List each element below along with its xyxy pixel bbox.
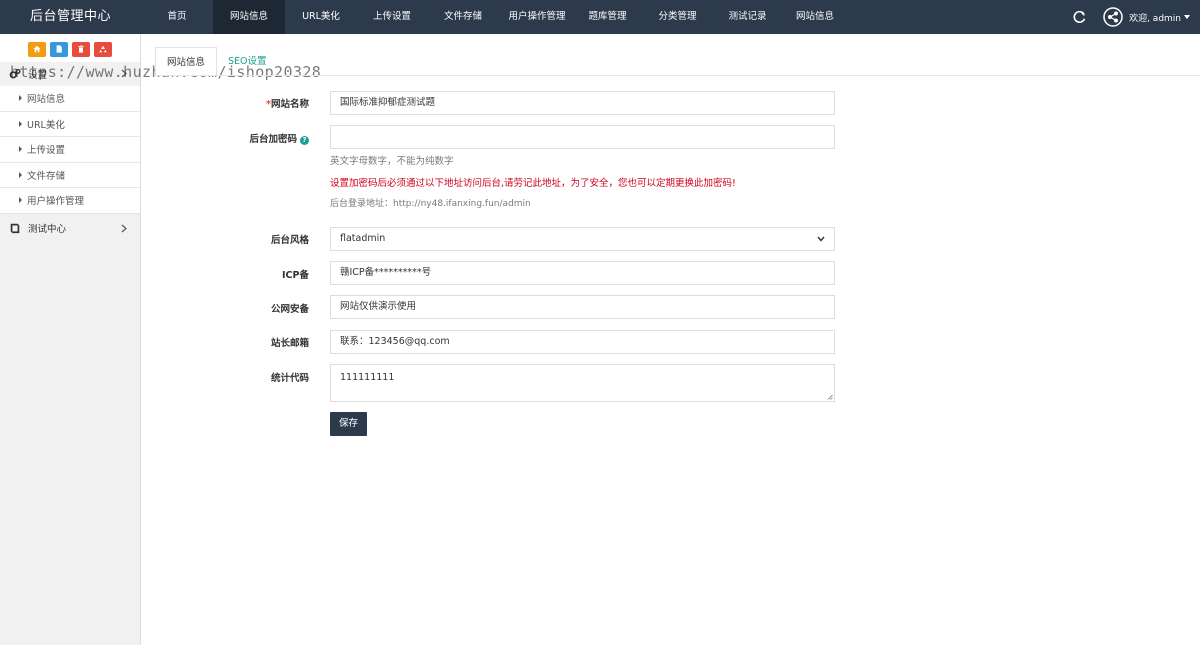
tab-divider (155, 75, 1200, 76)
recycle-icon (99, 45, 107, 53)
chevron-down-icon (1184, 15, 1190, 19)
trash-icon (78, 45, 84, 53)
admin-login-url: 后台登录地址：http://ny48.ifanxing.fun/admin (330, 199, 531, 209)
nav-user-ops[interactable]: 用户操作管理 (499, 0, 575, 34)
caret-right-icon (19, 171, 22, 178)
admin-style-selected: flatadmin (340, 233, 386, 244)
sidebar-submenu: 网站信息 URL美化上传设置文件存储用户操作管理 (0, 86, 140, 214)
nav-site-info[interactable]: 网站信息 (213, 0, 285, 34)
stats-code-textarea[interactable]: 111111111 (330, 364, 835, 402)
icp-input[interactable]: 赣ICP备**********号 (330, 261, 835, 285)
nav-home[interactable]: 首页 (141, 0, 213, 34)
admin-style-label: 后台风格 (270, 235, 309, 246)
police-record-label: 公网安备 (270, 304, 309, 315)
file-shortcut-button[interactable] (50, 41, 68, 57)
home-icon (33, 45, 41, 53)
nav-url-beautify[interactable]: URL美化 (285, 0, 357, 34)
sidebar-item-label: 用户操作管理 (27, 196, 85, 208)
sidebar-item[interactable]: 文件存储 (0, 162, 140, 188)
refresh-icon[interactable] (1072, 10, 1086, 24)
sidebar: 设置 网站信息 URL美化上传设置文件存储用户操作管理 测试中心 (0, 34, 141, 645)
sidebar-item-label: 文件存储 (27, 170, 66, 182)
gears-icon (9, 68, 21, 79)
stats-code-value: 111111111 (340, 372, 395, 383)
admin-email-input[interactable]: 联系：123456@qq.com (330, 330, 835, 354)
sidebar-item[interactable]: 上传设置 (0, 137, 140, 163)
police-record-input[interactable]: 网站仅供演示使用 (330, 295, 835, 319)
site-name-input[interactable]: 国际标准抑郁症测试题 (330, 91, 835, 115)
sidebar-item-label: 网站信息 (27, 94, 66, 106)
book-icon (10, 223, 20, 233)
sidebar-item-label: URL美化 (27, 119, 65, 131)
icp-label: ICP备 (282, 270, 309, 281)
nav-category[interactable]: 分类管理 (640, 0, 715, 34)
sidebar-section-label: 测试中心 (28, 223, 67, 235)
sidebar-section-test-center[interactable]: 测试中心 (0, 213, 140, 242)
content-tabs: 网站信息 SEO设置 (155, 47, 278, 76)
caret-right-icon (19, 146, 22, 153)
admin-style-select[interactable]: flatadmin (330, 227, 835, 251)
admin-key-label: 后台加密码? (249, 131, 309, 145)
chevron-right-icon (121, 224, 127, 232)
top-navbar: 后台管理中心 首页 网站信息 URL美化 上传设置 文件存储 用户操作管理 题库管理 分类管理… (0, 0, 1200, 34)
nav-upload-settings[interactable]: 上传设置 (357, 0, 427, 34)
quick-actions (0, 34, 140, 62)
sidebar-item[interactable]: 用户操作管理 (0, 188, 140, 214)
sidebar-item[interactable]: 网站信息 (0, 86, 140, 112)
sidebar-item[interactable]: URL美化 (0, 111, 140, 137)
nav-file-storage[interactable]: 文件存储 (427, 0, 499, 34)
save-button[interactable]: 保存 (330, 412, 367, 436)
nav-test-records[interactable]: 测试记录 (715, 0, 780, 34)
sidebar-section-settings[interactable]: 设置 (0, 62, 140, 86)
user-greeting: 欢迎, admin (1129, 13, 1181, 24)
chevron-down-icon (817, 236, 825, 242)
caret-right-icon (19, 120, 22, 127)
admin-key-format-hint: 英文字母数字，不能为纯数字 (330, 156, 454, 167)
user-menu[interactable]: 欢迎, admin (1103, 7, 1190, 27)
recycle-shortcut-button[interactable] (94, 41, 112, 57)
main-nav: 首页 网站信息 URL美化 上传设置 文件存储 用户操作管理 题库管理 分类管理 测试记录 网站信… (141, 0, 850, 34)
admin-email-label: 站长邮箱 (270, 338, 309, 349)
admin-key-warning: 设置加密码后必须通过以下地址访问后台,请劳记此地址，为了安全，您也可以定期更换此… (330, 178, 736, 189)
nav-site-info-2[interactable]: 网站信息 (780, 0, 850, 34)
sidebar-item-label: 上传设置 (27, 145, 66, 157)
sidebar-section-label: 设置 (28, 70, 48, 81)
caret-right-icon (19, 95, 22, 102)
question-icon[interactable]: ? (300, 136, 309, 145)
share-avatar-icon (1103, 7, 1123, 27)
tab-site-info[interactable]: 网站信息 (155, 47, 218, 76)
stats-code-label: 统计代码 (270, 373, 309, 384)
site-name-label-text: 网站名称 (270, 99, 309, 110)
admin-key-input[interactable] (330, 125, 835, 149)
file-icon (56, 45, 62, 53)
top-right-tools: 欢迎, admin (1072, 0, 1200, 34)
chevron-right-icon (121, 69, 127, 78)
admin-key-label-text: 后台加密码 (249, 134, 297, 145)
tab-seo-settings[interactable]: SEO设置 (217, 47, 278, 76)
brand-title[interactable]: 后台管理中心 (0, 0, 141, 34)
site-name-label: *网站名称 (266, 96, 309, 110)
nav-question-bank[interactable]: 题库管理 (575, 0, 640, 34)
delete-shortcut-button[interactable] (72, 41, 90, 57)
resize-grip-icon[interactable] (827, 394, 833, 400)
home-shortcut-button[interactable] (28, 41, 46, 57)
caret-right-icon (19, 197, 22, 204)
